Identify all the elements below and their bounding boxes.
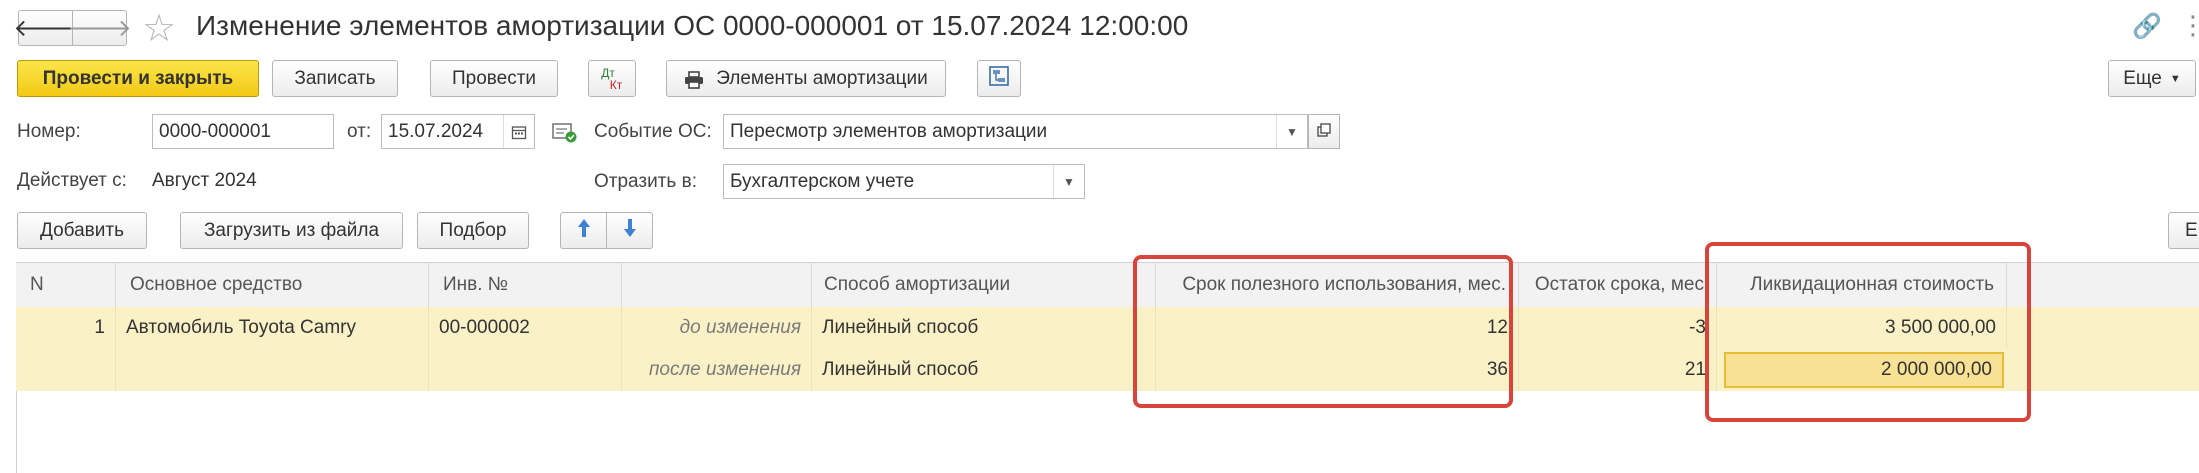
more-vertical-icon[interactable]: ⋮ — [2180, 10, 2199, 41]
cell-remaining: -3 — [1519, 307, 1717, 349]
cell-n — [16, 349, 116, 391]
post-and-close-button[interactable]: Провести и закрыть — [17, 60, 259, 97]
event-value: Пересмотр элементов амортизации — [730, 120, 1048, 142]
link-icon[interactable]: 🔗 — [2132, 12, 2162, 41]
cell-asset[interactable]: Автомобиль Toyota Camry — [116, 307, 429, 349]
print-elements-button[interactable]: Элементы амортизации — [666, 60, 946, 97]
select-button[interactable]: Подбор — [417, 212, 529, 249]
print-elements-label: Элементы амортизации — [716, 67, 928, 89]
post-button[interactable]: Провести — [430, 60, 558, 97]
reflect-select[interactable]: Бухгалтерском учете ▼ — [723, 164, 1085, 199]
open-event-button[interactable] — [1308, 114, 1340, 149]
arrow-up-icon — [577, 218, 591, 244]
chevron-down-icon[interactable]: ▼ — [1276, 115, 1307, 148]
table-more-button[interactable]: Е — [2168, 212, 2199, 249]
column-header-n[interactable]: N — [16, 263, 116, 307]
chevron-down-icon[interactable]: ▼ — [1053, 165, 1084, 198]
calendar-icon[interactable] — [503, 115, 534, 148]
number-field[interactable]: 0000-000001 — [152, 114, 334, 149]
save-button[interactable]: Записать — [272, 60, 398, 97]
dt-icon: Дт — [601, 65, 615, 80]
more-label: Еще — [2123, 67, 2162, 89]
cell-state: до изменения — [622, 307, 812, 349]
chevron-down-icon: ▼ — [2169, 72, 2181, 85]
cell-state: после изменения — [622, 349, 812, 391]
reflect-value: Бухгалтерском учете — [730, 170, 915, 192]
reflect-label: Отразить в: — [594, 171, 697, 192]
event-label: Событие ОС: — [594, 121, 712, 142]
date-value: 15.07.2024 — [388, 120, 484, 142]
effective-label: Действует с: — [17, 170, 127, 191]
back-button[interactable]: 🡐 — [13, 10, 78, 46]
cell-asset[interactable] — [116, 349, 429, 391]
number-label: Номер: — [17, 121, 81, 142]
cell-method[interactable]: Линейный способ — [812, 349, 1156, 391]
forward-button[interactable]: 🡒 — [67, 10, 132, 46]
cell-method[interactable]: Линейный способ — [812, 307, 1156, 349]
highlight-useful-life — [1133, 255, 1513, 408]
column-header-method[interactable]: Способ амортизации — [812, 263, 1156, 307]
arrow-down-icon — [623, 218, 637, 244]
add-button[interactable]: Добавить — [17, 212, 147, 249]
open-link-icon — [1317, 121, 1331, 143]
cell-remaining: 21 — [1519, 349, 1717, 391]
structure-icon — [988, 65, 1010, 93]
move-down-button[interactable] — [606, 212, 653, 249]
favorite-star-icon[interactable]: ☆ — [142, 6, 176, 51]
column-header-asset[interactable]: Основное средство — [116, 263, 429, 307]
kt-icon: Кт — [609, 77, 623, 92]
structure-button[interactable] — [977, 60, 1021, 97]
column-header-remaining[interactable]: Остаток срока, мес — [1519, 263, 1717, 307]
printer-icon — [684, 70, 704, 89]
highlight-liquidation — [1705, 242, 2031, 422]
event-select[interactable]: Пересмотр элементов амортизации ▼ — [723, 114, 1308, 149]
dt-kt-button[interactable]: Дт Кт — [588, 60, 636, 97]
cell-n: 1 — [16, 307, 116, 349]
date-label: от: — [347, 121, 372, 142]
effective-value: Август 2024 — [152, 170, 257, 191]
load-from-file-button[interactable]: Загрузить из файла — [180, 212, 403, 249]
page-title: Изменение элементов амортизации ОС 0000-… — [196, 10, 1189, 41]
cell-inv — [429, 349, 622, 391]
cell-inv: 00-000002 — [429, 307, 622, 349]
column-header-state[interactable] — [622, 263, 812, 307]
column-header-inv[interactable]: Инв. № — [429, 263, 622, 307]
date-field[interactable]: 15.07.2024 — [381, 114, 535, 149]
more-button[interactable]: Еще ▼ — [2108, 60, 2196, 97]
posted-status-icon — [552, 121, 578, 148]
arrow-right-icon: 🡒 — [67, 15, 132, 42]
move-up-button[interactable] — [560, 212, 607, 249]
